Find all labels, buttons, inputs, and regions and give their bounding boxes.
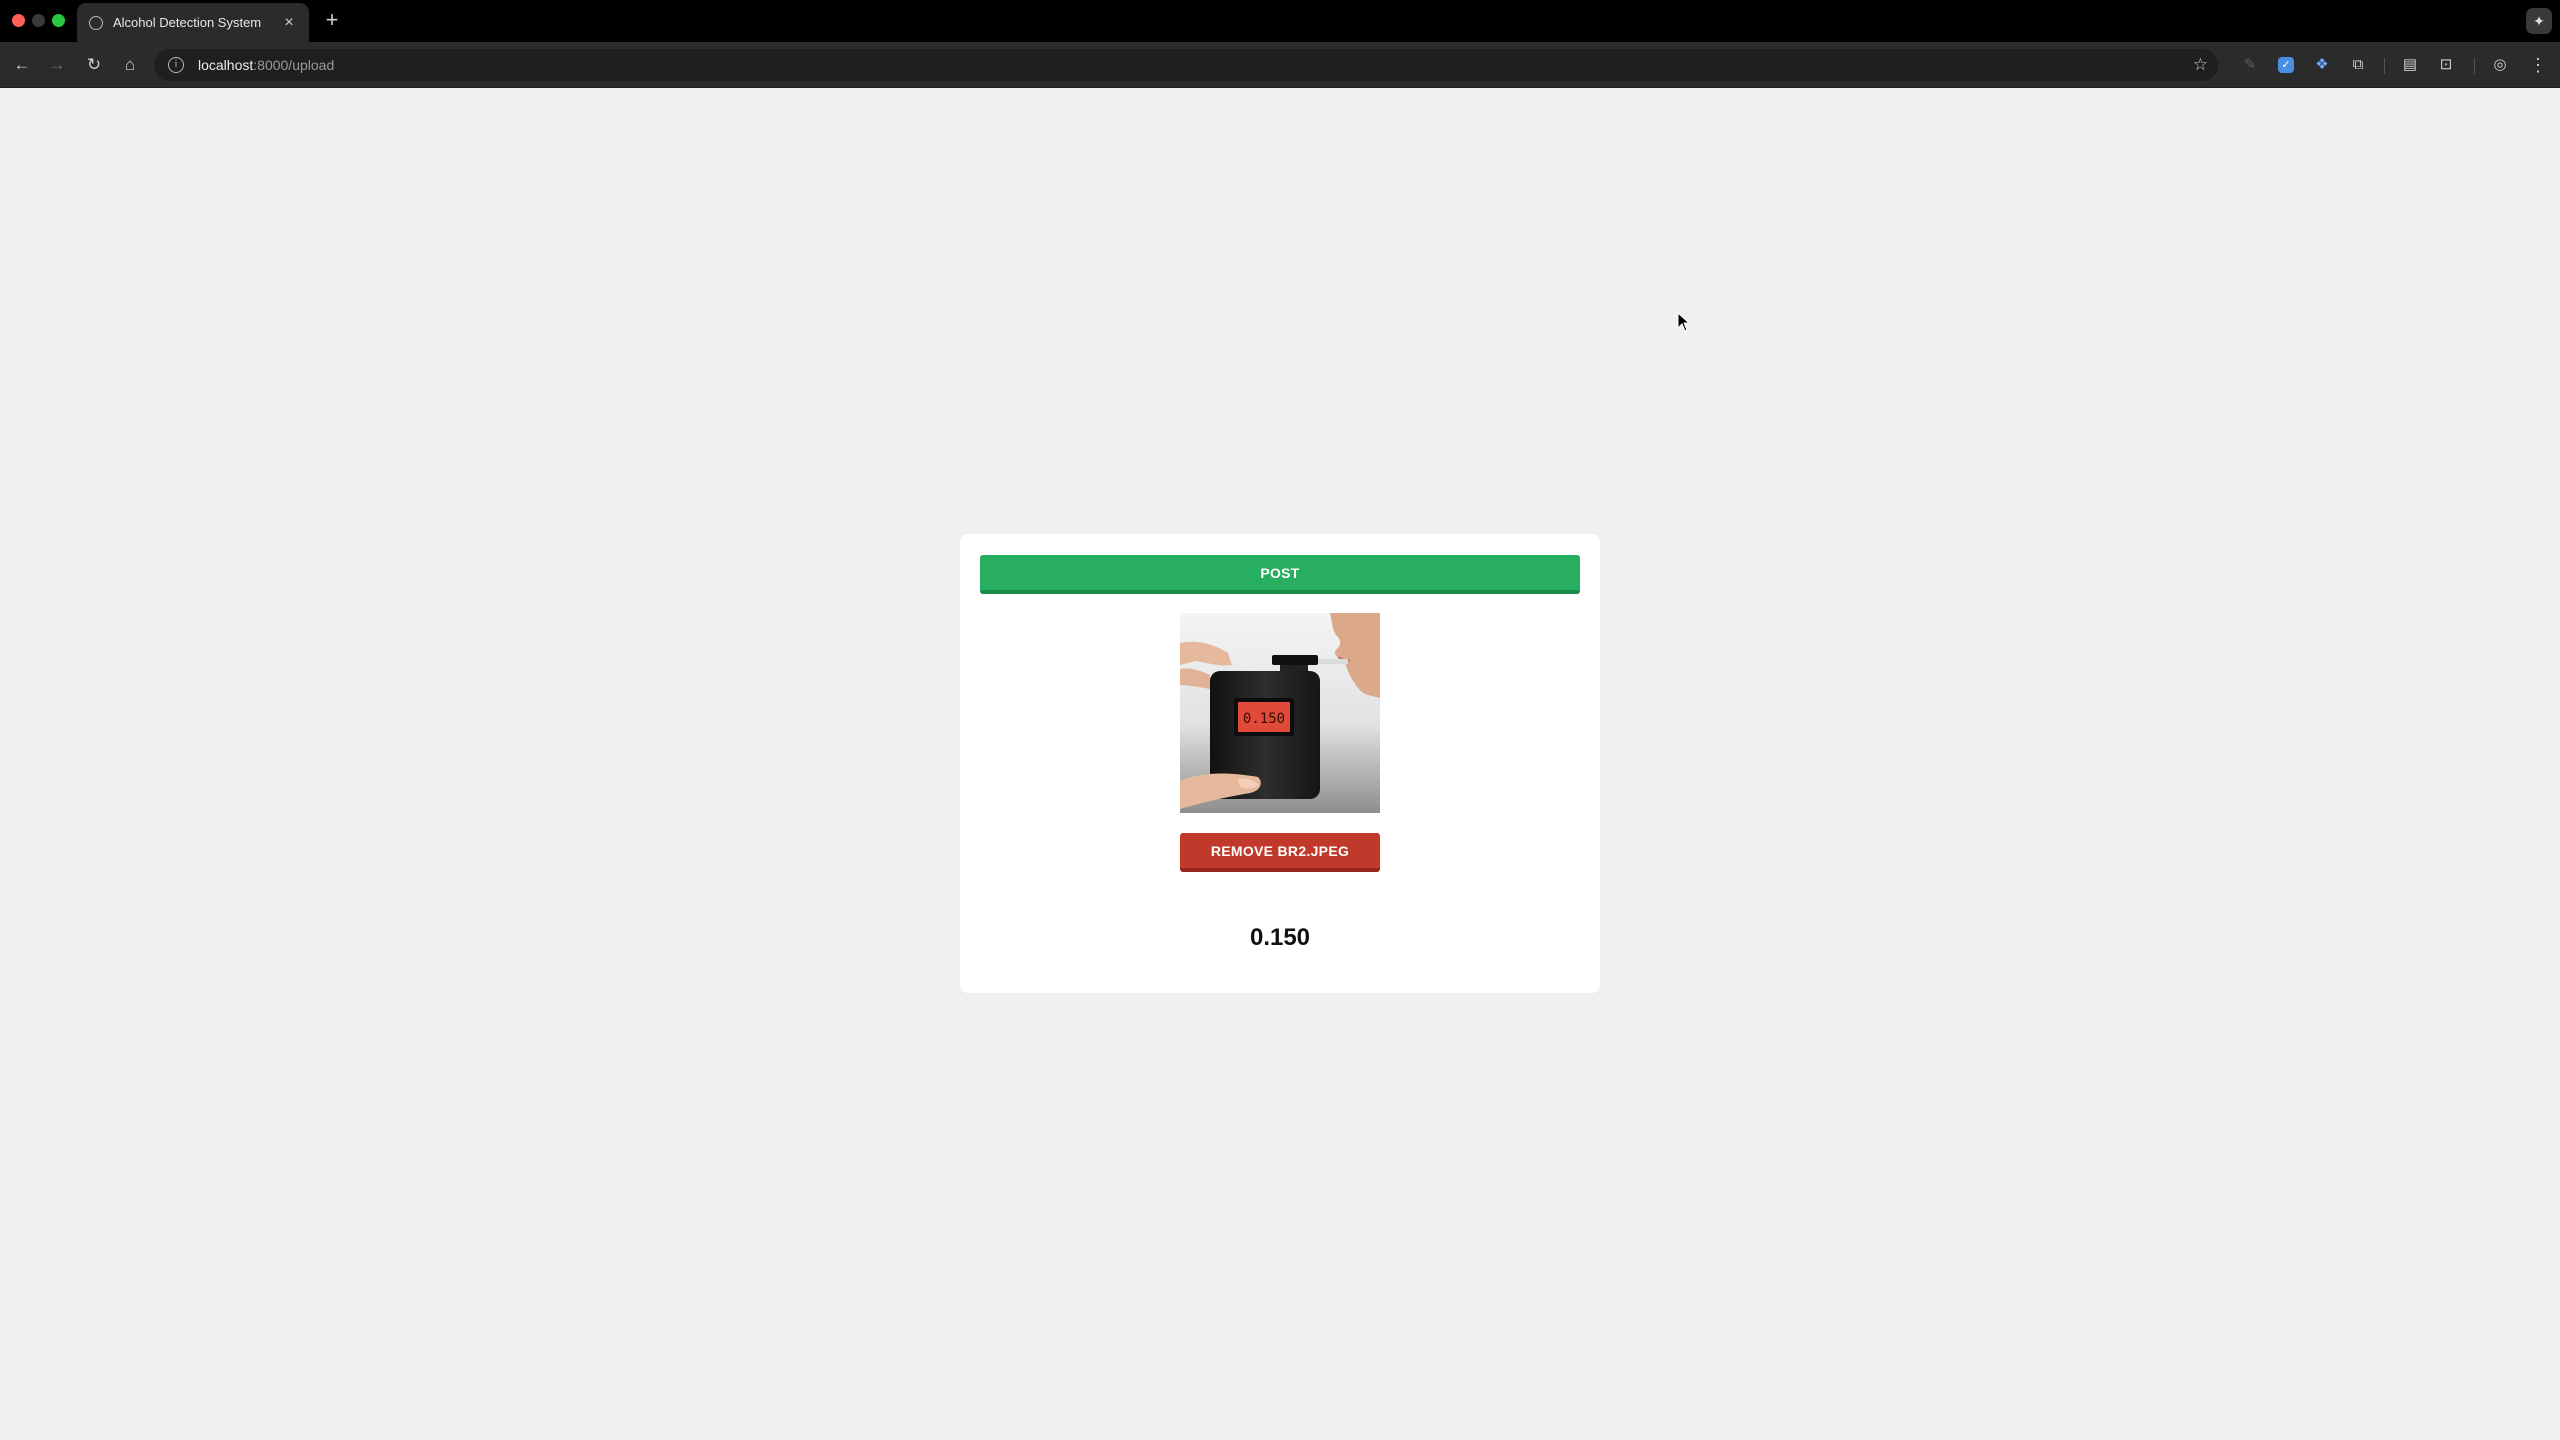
globe-icon [89, 15, 103, 30]
minimize-window-button[interactable] [32, 14, 45, 27]
browser-toolbar: ← → ↻ ⌂ i localhost :8000/upload ☆ ✎ ✓ ❖… [0, 42, 2560, 88]
forward-arrow-icon[interactable]: → [45, 53, 69, 77]
upload-card: POST 0.150 REMOVE BR2.JPEG 0.150 [960, 534, 1600, 993]
detection-result-value: 0.150 [1249, 924, 1311, 951]
checkmark-extension-icon[interactable]: ✓ [2274, 53, 2298, 77]
new-tab-button[interactable]: + [320, 8, 344, 32]
reload-icon[interactable]: ↻ [82, 53, 106, 77]
site-info-icon[interactable]: i [168, 57, 184, 73]
browser-tab-active[interactable]: Alcohol Detection System × [77, 3, 309, 42]
browser-tabstrip: Alcohol Detection System × + ✦ [0, 0, 2560, 42]
remove-image-button[interactable]: REMOVE BR2.JPEG [1180, 833, 1380, 872]
pen-extension-icon[interactable]: ✎ [2238, 53, 2262, 77]
tab-close-icon[interactable]: × [281, 14, 297, 31]
sparkle-icon[interactable]: ✦ [2526, 8, 2552, 34]
mouse-cursor-icon [1677, 312, 1691, 332]
address-bar[interactable]: i localhost :8000/upload ☆ [154, 49, 2218, 81]
toolbar-divider [2384, 58, 2385, 74]
uploaded-image-preview: 0.150 [1180, 613, 1380, 813]
post-button[interactable]: POST [980, 555, 1580, 594]
url-host: localhost [198, 57, 254, 73]
lcd-reading: 0.150 [1243, 711, 1285, 727]
close-window-button[interactable] [12, 14, 25, 27]
tab-title: Alcohol Detection System [113, 15, 262, 30]
breathalyzer-image: 0.150 [1180, 613, 1380, 813]
menu-kebab-icon[interactable]: ⋮ [2526, 53, 2550, 77]
toolbar-divider [2474, 58, 2475, 74]
back-arrow-icon[interactable]: ← [10, 53, 34, 77]
diamond-extension-icon[interactable]: ❖ [2310, 53, 2334, 77]
bookmark-star-icon[interactable]: ☆ [2193, 53, 2208, 77]
puzzle-extensions-icon[interactable]: ⧉ [2346, 53, 2370, 77]
maximize-window-button[interactable] [52, 14, 65, 27]
profile-icon[interactable]: ◎ [2488, 53, 2512, 77]
reading-list-icon[interactable]: ▤ [2398, 53, 2422, 77]
url-path: :8000/upload [253, 57, 335, 73]
home-icon[interactable]: ⌂ [118, 53, 142, 77]
search-tabs-icon[interactable]: ⊡ [2434, 53, 2458, 77]
